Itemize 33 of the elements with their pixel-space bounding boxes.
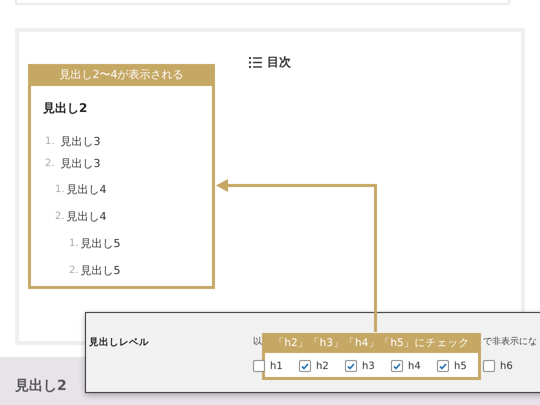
toc-title: 目次 bbox=[267, 54, 291, 70]
list-number: 1. bbox=[69, 238, 79, 248]
section-heading: 見出し2 bbox=[15, 377, 67, 395]
list-number: 2. bbox=[55, 210, 65, 222]
toc-link[interactable]: 見出し3 bbox=[60, 134, 101, 148]
checkbox[interactable] bbox=[253, 360, 265, 372]
setting-label: 見出しレベル bbox=[89, 336, 150, 348]
checkbox[interactable] bbox=[345, 360, 357, 372]
checkbox-label: h2 bbox=[316, 360, 329, 372]
toc-link[interactable]: 見出し5 bbox=[80, 236, 121, 250]
toc-link[interactable]: 見出し4 bbox=[66, 182, 107, 196]
annotation-caption: 「h2」「h3」「h4」「h5」にチェック bbox=[262, 333, 481, 353]
checkbox-label: h5 bbox=[454, 360, 467, 372]
description-text: 以 bbox=[253, 336, 262, 348]
checkbox-label: h6 bbox=[500, 360, 513, 372]
toc-link[interactable]: 見出し4 bbox=[66, 208, 107, 224]
list-number: 2. bbox=[45, 158, 55, 168]
toc-link[interactable]: 見出し5 bbox=[80, 262, 121, 278]
checkbox-label: h4 bbox=[408, 360, 421, 372]
list-number: 1. bbox=[55, 184, 65, 194]
toc-link[interactable]: 見出し3 bbox=[60, 156, 101, 170]
checkbox-label: h3 bbox=[362, 360, 375, 372]
checkbox[interactable] bbox=[299, 360, 311, 372]
checkbox[interactable] bbox=[437, 360, 449, 372]
description-text: で非表示にな bbox=[483, 336, 537, 348]
toc-heading: 見出し2 bbox=[42, 100, 88, 117]
list-number: 2. bbox=[69, 264, 79, 276]
checkbox-label: h1 bbox=[270, 360, 283, 372]
list-number: 1. bbox=[45, 136, 55, 146]
checkbox[interactable] bbox=[483, 360, 495, 372]
checkbox[interactable] bbox=[391, 360, 403, 372]
list-icon bbox=[249, 56, 262, 68]
annotation-caption: 見出し2〜4が表示される bbox=[28, 64, 215, 86]
